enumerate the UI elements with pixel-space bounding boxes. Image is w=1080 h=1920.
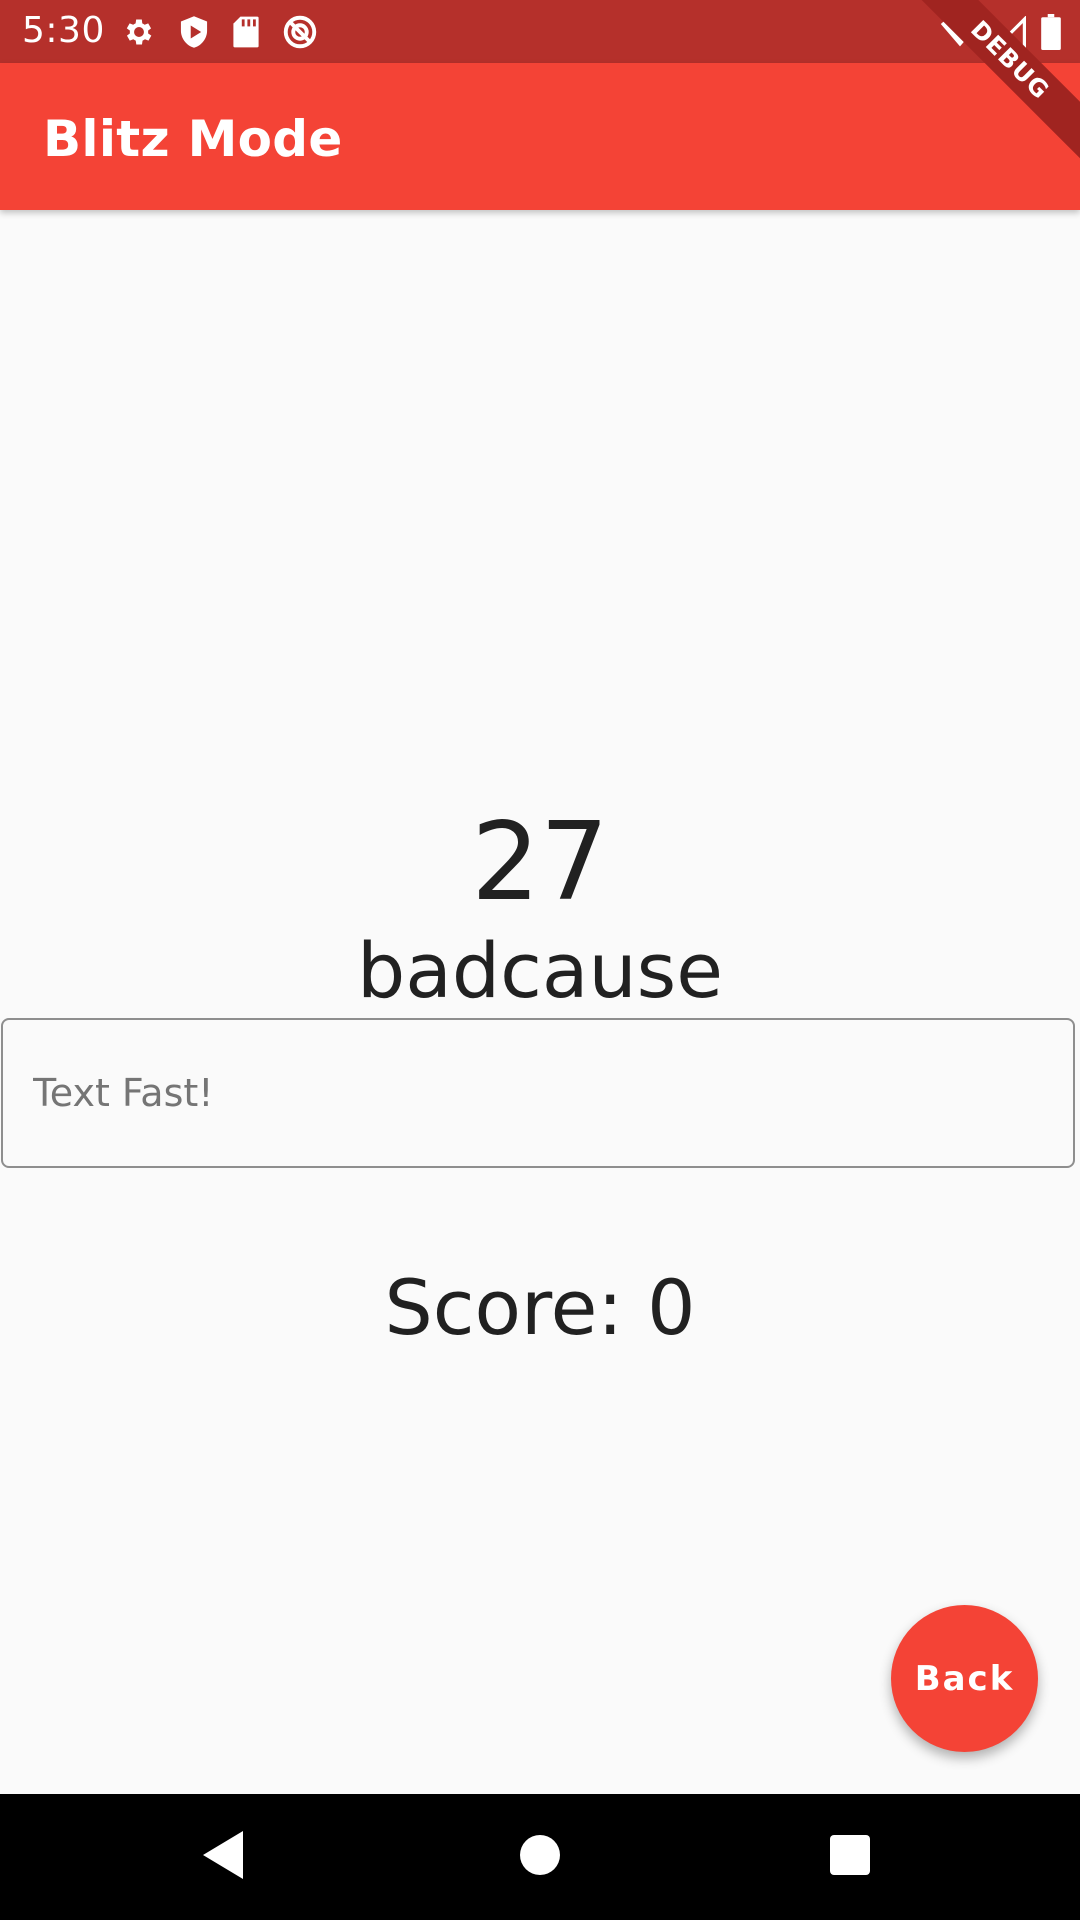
sd-card-icon	[232, 15, 260, 49]
answer-input[interactable]	[33, 1020, 1043, 1166]
target-word: badcause	[357, 926, 723, 1015]
status-time: 5:30	[22, 10, 105, 51]
app-bar: Blitz Mode	[0, 63, 1080, 210]
nav-back-button[interactable]	[190, 1822, 260, 1892]
back-triangle-icon	[203, 1830, 247, 1884]
shield-play-icon	[178, 15, 210, 49]
score-display: Score: 0	[384, 1263, 696, 1352]
settings-icon	[122, 15, 156, 49]
status-icons-left	[122, 13, 318, 51]
countdown-timer: 27	[471, 800, 609, 925]
nav-recents-button[interactable]	[815, 1822, 885, 1892]
system-nav-bar	[0, 1794, 1080, 1920]
back-button[interactable]: Back	[891, 1605, 1038, 1752]
screen: 5:30 Blitz Mode DEBUG 27 badcause Text F…	[0, 0, 1080, 1920]
text-field-container[interactable]	[1, 1018, 1075, 1168]
battery-icon	[1040, 14, 1062, 50]
blocked-circle-icon	[282, 14, 318, 50]
recents-square-icon	[830, 1834, 870, 1880]
status-bar: 5:30	[0, 0, 1080, 63]
home-circle-icon	[520, 1834, 560, 1880]
nav-home-button[interactable]	[505, 1822, 575, 1892]
page-title: Blitz Mode	[43, 110, 343, 168]
